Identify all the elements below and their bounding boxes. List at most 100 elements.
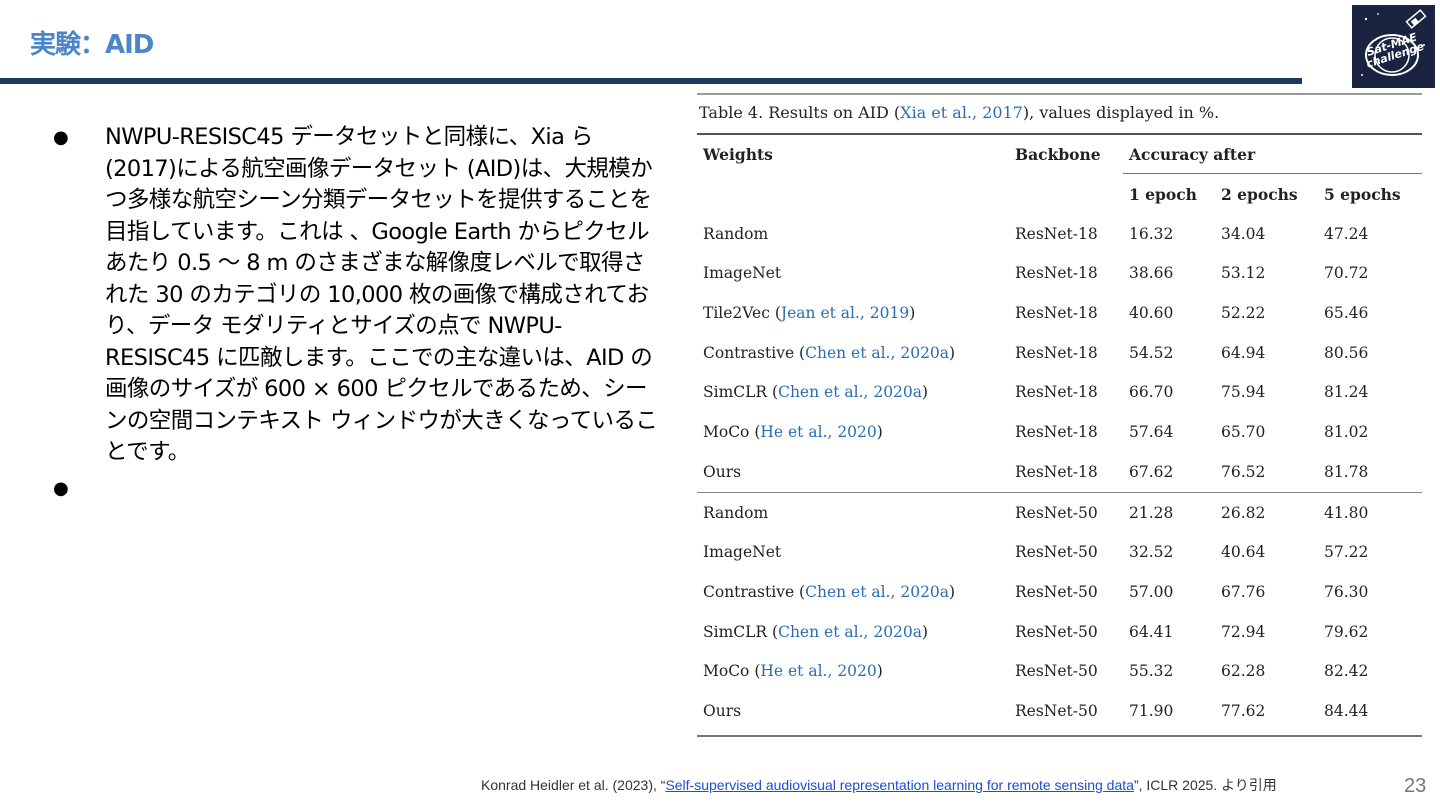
- cell-backbone: ResNet-50: [1015, 543, 1098, 562]
- paper-link[interactable]: Self-supervised audiovisual representati…: [665, 777, 1134, 793]
- method-citation-link[interactable]: Jean et al., 2019: [781, 304, 909, 322]
- cell-backbone: ResNet-50: [1015, 622, 1098, 641]
- method-citation-link[interactable]: Chen et al., 2020a: [778, 623, 922, 641]
- results-table: Weights Backbone Accuracy after 1 epoch …: [697, 135, 1422, 731]
- cell-5-epochs: 80.56: [1324, 343, 1369, 362]
- page-number: 23: [1404, 775, 1427, 797]
- table-row: Ours ResNet-18 67.62 76.52 81.78: [697, 452, 1422, 492]
- cell-1-epoch: 57.64: [1129, 423, 1174, 442]
- method-name: Contrastive: [703, 343, 795, 362]
- cell-backbone: ResNet-18: [1015, 462, 1098, 481]
- header-backbone: Backbone: [1015, 144, 1101, 164]
- cell-5-epochs: 82.42: [1324, 662, 1369, 681]
- cell-5-epochs: 57.22: [1324, 543, 1369, 562]
- cell-1-epoch: 71.90: [1129, 701, 1174, 720]
- title-divider-bar: [0, 78, 1302, 84]
- header-weights: Weights: [703, 144, 773, 164]
- method-name: MoCo: [703, 423, 750, 442]
- cell-2-epochs: 65.70: [1221, 423, 1266, 442]
- cell-2-epochs: 64.94: [1221, 343, 1266, 362]
- cell-weights: Tile2Vec (Jean et al., 2019): [703, 304, 916, 323]
- cell-1-epoch: 55.32: [1129, 662, 1174, 681]
- cell-5-epochs: 76.30: [1324, 582, 1369, 601]
- cell-1-epoch: 16.32: [1129, 224, 1174, 243]
- cell-1-epoch: 38.66: [1129, 264, 1174, 283]
- cell-backbone: ResNet-18: [1015, 264, 1098, 283]
- cell-1-epoch: 21.28: [1123, 491, 1215, 533]
- slide-title: 実験：AID: [30, 30, 154, 60]
- cell-5-epochs: 70.72: [1324, 264, 1369, 283]
- method-name: ImageNet: [703, 543, 782, 562]
- header-5-epochs: 5 epochs: [1324, 184, 1401, 204]
- bullet-item: ● NWPU-RESISC45 データセットと同様に、Xia ら (2017)に…: [50, 122, 660, 469]
- cell-1-epoch: 40.60: [1129, 304, 1174, 323]
- method-name: Contrastive: [703, 582, 795, 601]
- table-row: SimCLR (Chen et al., 2020a) ResNet-18 66.7…: [697, 373, 1422, 413]
- table-row: ImageNet ResNet-50 32.52 40.64 57.22: [697, 532, 1422, 572]
- cell-2-epochs: 67.76: [1221, 582, 1266, 601]
- cell-weights: Contrastive (Chen et al., 2020a): [703, 582, 956, 601]
- table-row: MoCo (He et al., 2020) ResNet-18 57.64 65.7…: [697, 412, 1422, 452]
- header-1-epoch: 1 epoch: [1129, 184, 1197, 204]
- table-row: Ours ResNet-50 71.90 77.62 84.44: [697, 691, 1422, 731]
- table-row: Random ResNet-18 16.32 34.04 47.24: [697, 214, 1422, 254]
- cell-weights: Random: [697, 491, 1009, 533]
- cell-2-epochs: 75.94: [1221, 383, 1266, 402]
- cell-1-epoch: 32.52: [1129, 543, 1174, 562]
- cell-2-epochs: 77.62: [1221, 701, 1266, 720]
- bullet-marker: ●: [53, 477, 69, 499]
- cell-5-epochs: 81.78: [1324, 462, 1369, 481]
- cell-5-epochs: 84.44: [1324, 701, 1369, 720]
- cell-2-epochs: 34.04: [1221, 224, 1266, 243]
- cell-backbone: ResNet-18: [1015, 383, 1098, 402]
- table-row: MoCo (He et al., 2020) ResNet-50 55.32 62.2…: [697, 651, 1422, 691]
- cell-weights: Ours: [697, 452, 1009, 492]
- citation-footer: Konrad Heidler et al. (2023), “Self-supe…: [481, 775, 1277, 795]
- cell-2-epochs: 40.64: [1221, 543, 1266, 562]
- method-citation-link[interactable]: Chen et al., 2020a: [805, 583, 949, 601]
- cell-backbone: ResNet-50: [1015, 582, 1098, 601]
- method-citation-link[interactable]: Chen et al., 2020a: [805, 344, 949, 362]
- cell-backbone: ResNet-50: [1015, 701, 1098, 720]
- cell-weights: SimCLR (Chen et al., 2020a): [703, 622, 929, 641]
- method-citation-link[interactable]: He et al., 2020: [760, 423, 876, 441]
- table-row: Contrastive (Chen et al., 2020a) ResNet-1…: [697, 333, 1422, 373]
- challenge-logo: Sat-MAE challenge: [1352, 5, 1435, 88]
- method-name: Random: [703, 503, 769, 522]
- header-accuracy-after: Accuracy after: [1123, 135, 1422, 175]
- method-name: ImageNet: [703, 264, 782, 283]
- footer-prefix: Konrad Heidler et al. (2023), “: [481, 777, 666, 793]
- table-row: ImageNet ResNet-18 38.66 53.12 70.72: [697, 254, 1422, 294]
- header-row: Weights Backbone Accuracy after: [697, 135, 1422, 175]
- method-citation-link[interactable]: Chen et al., 2020a: [778, 383, 922, 401]
- cell-1-epoch: 67.62: [1129, 462, 1174, 481]
- caption-prefix: Table 4. Results on AID (: [699, 103, 901, 122]
- subheader-row: 1 epoch 2 epochs 5 epochs: [697, 174, 1422, 214]
- cell-1-epoch: 54.52: [1129, 343, 1174, 362]
- method-citation-link[interactable]: He et al., 2020: [760, 662, 876, 680]
- caption-suffix: ), values displayed in %.: [1022, 103, 1220, 122]
- cell-1-epoch: 57.00: [1129, 582, 1174, 601]
- cell-weights: MoCo (He et al., 2020): [703, 423, 883, 442]
- subheader-empty: [1009, 174, 1123, 214]
- table-bottom-rule: [697, 734, 1422, 737]
- cell-5-epochs: 81.24: [1324, 383, 1369, 402]
- cell-backbone: ResNet-50: [1015, 662, 1098, 681]
- method-name: MoCo: [703, 662, 750, 681]
- table-caption: Table 4. Results on AID (Xia et al., 201…: [699, 103, 1422, 133]
- cell-2-epochs: 52.22: [1221, 304, 1266, 323]
- method-name: Ours: [703, 462, 742, 481]
- table-top-rule: [697, 93, 1422, 95]
- cell-2-epochs: 53.12: [1221, 264, 1266, 283]
- bullet-item-empty: ●: [50, 473, 660, 505]
- cell-5-epochs: 65.46: [1324, 304, 1369, 323]
- bullet-marker: ●: [53, 127, 69, 148]
- subheader-empty: [697, 174, 1009, 214]
- cell-2-epochs: 26.82: [1215, 491, 1318, 533]
- table-row: Tile2Vec (Jean et al., 2019) ResNet-18 40.…: [697, 293, 1422, 333]
- cell-5-epochs: 47.24: [1324, 224, 1369, 243]
- cell-2-epochs: 62.28: [1221, 662, 1266, 681]
- caption-citation-link[interactable]: Xia et al., 2017: [900, 103, 1023, 122]
- cell-weights: ImageNet: [697, 254, 1009, 294]
- cell-weights: Random: [697, 214, 1009, 254]
